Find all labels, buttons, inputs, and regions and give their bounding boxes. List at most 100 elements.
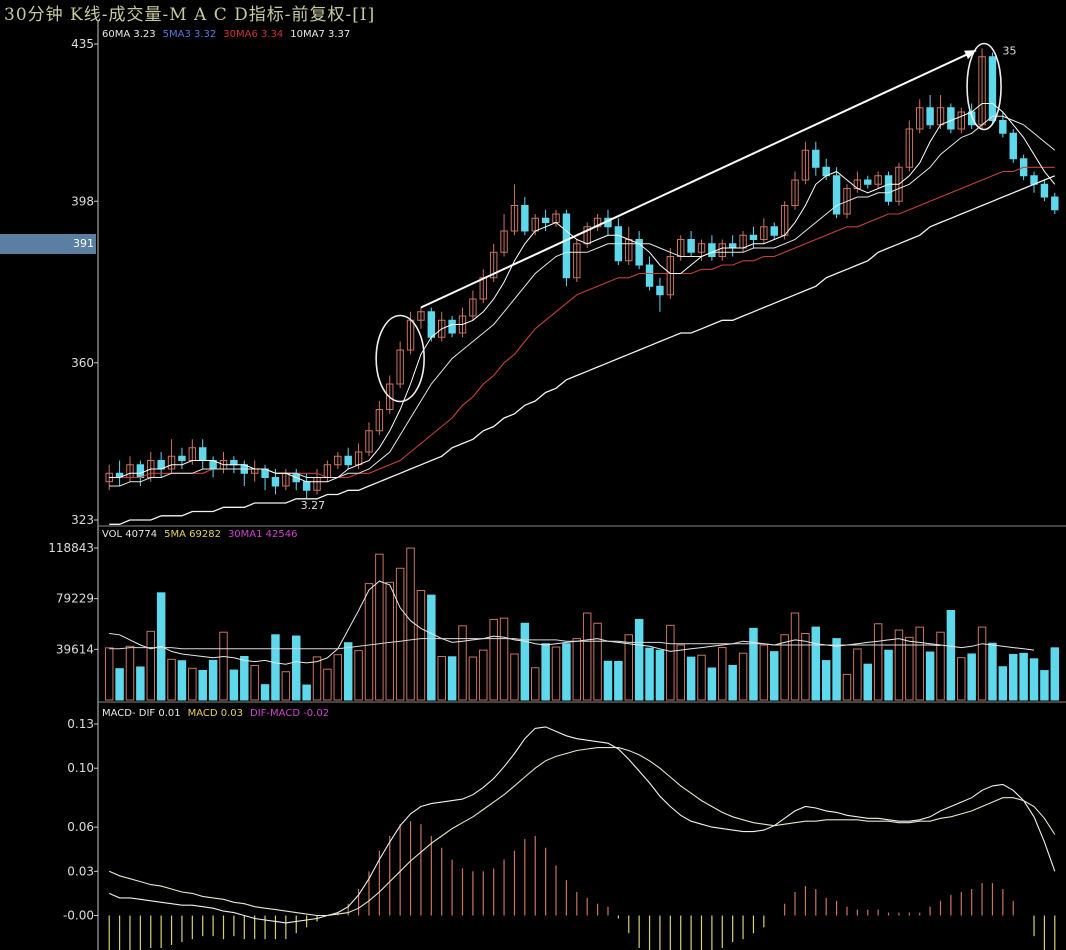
volume-bar — [1040, 670, 1049, 701]
candle-body — [947, 107, 955, 130]
volume-bar — [967, 653, 976, 701]
price-legend-item-0: 60MA 3.23 — [102, 29, 156, 40]
volume-bar — [333, 654, 343, 701]
volume-bar — [624, 634, 634, 701]
macd-tick-label: 0.03 — [67, 864, 94, 878]
candle-body — [1009, 132, 1017, 160]
volume-bar — [385, 581, 395, 701]
candle-body — [864, 179, 872, 185]
volume-bar — [769, 651, 779, 701]
volume-bar — [832, 638, 841, 701]
volume-legend-item-0: VOL 40774 — [102, 529, 158, 540]
candle-body — [728, 243, 737, 249]
volume-bar — [115, 668, 124, 701]
current-price-value: 391 — [73, 237, 94, 250]
candle-body — [812, 149, 820, 168]
candle-body — [645, 264, 654, 287]
volume-bar — [718, 647, 727, 701]
candle-body — [749, 234, 758, 240]
candle-body — [541, 217, 550, 223]
volume-bar — [291, 635, 301, 701]
volume-bar — [167, 658, 176, 701]
volume-bar — [395, 567, 405, 701]
ma30-line — [109, 166, 1055, 479]
trend-arrow-line — [420, 49, 977, 309]
volume-bar — [530, 667, 540, 701]
volume-bar — [998, 666, 1008, 701]
volume-bar — [634, 618, 644, 701]
high-price-annotation: 35 — [1002, 44, 1016, 57]
volume-bar — [188, 667, 197, 701]
volume-bar — [1029, 658, 1039, 701]
volume-bar — [593, 622, 602, 701]
volume-bar — [343, 642, 353, 701]
price-legend: 60MA 3.23 5MA3 3.32 30MA6 3.34 10MA7 3.37 — [102, 29, 357, 40]
price-legend-item-3: 10MA7 3.37 — [290, 29, 351, 40]
candle-body — [999, 120, 1007, 134]
volume-bar — [208, 659, 218, 701]
volume-bar — [811, 626, 821, 701]
volume-bar — [614, 661, 623, 701]
volume-bar — [666, 624, 675, 701]
candle-body — [136, 464, 145, 478]
volume-bar — [427, 594, 436, 701]
volume-bar — [697, 654, 706, 701]
macd-legend-item-1: MACD 0.03 — [187, 708, 244, 719]
volume-bar — [894, 629, 904, 701]
volume-bar — [479, 649, 488, 701]
volume-bar — [312, 656, 322, 701]
volume-bar — [240, 656, 249, 701]
price-legend-item-1: 5MA3 3.32 — [162, 29, 217, 40]
candle-body — [656, 285, 664, 296]
volume-bar — [863, 663, 873, 701]
volume-bar — [260, 684, 270, 701]
volume-bar — [219, 631, 228, 701]
candle-body — [344, 455, 352, 466]
volume-bar — [375, 553, 384, 701]
candle-body — [1040, 183, 1049, 198]
candle-body — [1051, 196, 1059, 211]
volume-bar — [842, 673, 852, 701]
volume-bar — [728, 664, 737, 701]
volume-bar — [1019, 652, 1028, 701]
volume-bar — [125, 645, 135, 701]
volume-bar — [302, 684, 311, 701]
candle-body — [230, 460, 238, 466]
volume-bar — [281, 671, 291, 701]
volume-bar — [468, 656, 478, 701]
volume-tick-label: 39614 — [56, 642, 94, 656]
volume-bar — [790, 612, 800, 701]
candle-body — [988, 56, 997, 121]
volume-bar — [676, 644, 685, 701]
volume-bar — [572, 638, 582, 701]
macd-tick-label: 0.06 — [67, 820, 94, 834]
price-legend-item-2: 30MA6 3.34 — [223, 29, 284, 40]
candle-body — [521, 205, 529, 232]
volume-bar — [1008, 653, 1018, 701]
macd-tick-label: 0.10 — [67, 761, 94, 775]
volume-bar — [977, 626, 987, 701]
volume-bar — [873, 623, 883, 701]
volume-bar — [925, 651, 935, 701]
volume-bar — [364, 583, 374, 701]
volume-bar — [104, 647, 114, 701]
volume-bar — [759, 644, 769, 701]
volume-bar — [416, 590, 426, 701]
volume-tick-label: 118843 — [48, 541, 94, 555]
volume-bar — [853, 648, 862, 701]
volume-bar — [957, 657, 966, 701]
macd-legend-item-0: MACD- DIF 0.01 — [102, 708, 181, 719]
volume-bar — [749, 627, 758, 701]
candle-body — [926, 107, 934, 126]
volume-bar — [271, 634, 280, 701]
volume-bar — [250, 664, 259, 701]
chart-title: 30分钟 K线-成交量-M A C D指标-前复权-[I] — [4, 5, 376, 25]
volume-bar — [323, 668, 332, 701]
volume-bar — [198, 669, 207, 701]
candle-body — [770, 226, 778, 236]
stock-chart: 435 398 360 323 118843 79229 39614 0.13 0.10 0.06… — [48, 20, 1066, 950]
candle-body — [687, 239, 695, 253]
volume-bar — [406, 547, 415, 701]
volume-bar — [988, 642, 997, 701]
volume-legend-item-1: 5MA 69282 — [164, 529, 221, 540]
